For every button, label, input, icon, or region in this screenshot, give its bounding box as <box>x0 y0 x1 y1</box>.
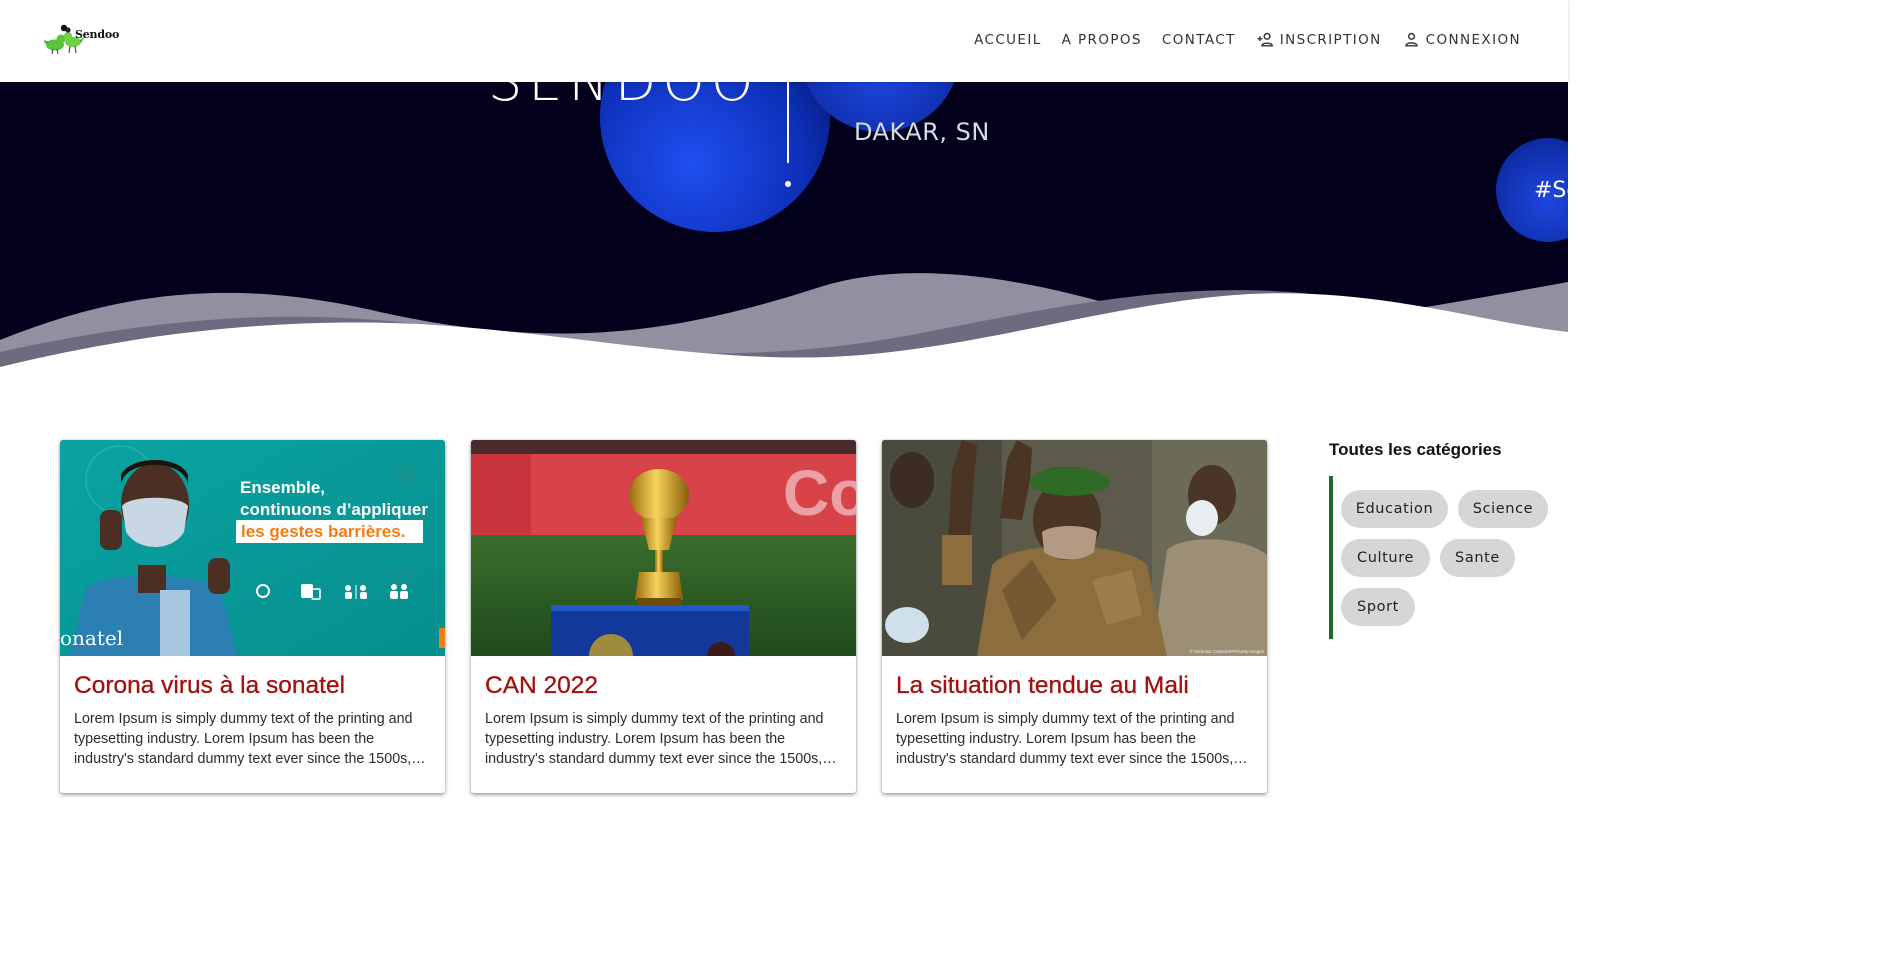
can-trophy-image: Co <box>471 440 856 656</box>
article-image[interactable]: © Nicholas Cotton/AFP/Getty Images <box>882 440 1267 656</box>
category-chip-sport[interactable]: Sport <box>1341 588 1415 626</box>
hero-banner: SENDOO DAKAR, SN #Se <box>0 82 1568 377</box>
article-card[interactable]: © Nicholas Cotton/AFP/Getty Images La si… <box>882 440 1267 793</box>
category-chip-education[interactable]: Education <box>1341 490 1448 528</box>
mali-soldier-image: © Nicholas Cotton/AFP/Getty Images <box>882 440 1267 656</box>
nav-inscription-label: INSCRIPTION <box>1279 31 1382 48</box>
article-excerpt: Lorem Ipsum is simply dummy text of the … <box>74 711 413 767</box>
article-excerpt: Lorem Ipsum is simply dummy text of the … <box>896 711 1235 767</box>
nav-accueil-label: ACCUEIL <box>974 31 1042 48</box>
category-list: Education Science Culture Sante Sport <box>1329 476 1568 639</box>
category-chip-sante[interactable]: Sante <box>1440 539 1515 577</box>
hero-background <box>0 82 1568 377</box>
photo-credit: © Nicholas Cotton/AFP/Getty Images <box>1190 648 1265 654</box>
article-image[interactable]: Ensemble, continuons d’appliquer les ges… <box>60 440 445 656</box>
article-title[interactable]: CAN 2022 <box>485 672 598 700</box>
hero-brand-text: SENDOO <box>488 82 759 113</box>
hero-hashtag: #Se <box>1534 178 1568 203</box>
person-icon <box>1404 32 1418 47</box>
nav-a-propos-label: A PROPOS <box>1061 31 1142 48</box>
category-chip-science[interactable]: Science <box>1458 490 1548 528</box>
ad-headline-2: continuons d’appliquer <box>240 500 428 519</box>
article-title[interactable]: Corona virus à la sonatel <box>74 672 345 700</box>
nav-inscription[interactable]: INSCRIPTION <box>1256 30 1382 49</box>
top-navbar: Sendoo ACCUEIL A PROPOS CONTACT INSCRIPT… <box>0 0 1568 82</box>
article-card[interactable]: Ensemble, continuons d’appliquer les ges… <box>60 440 445 793</box>
article-card[interactable]: Co CAN 2022 Lorem Ipsum is simply dummy … <box>471 440 856 793</box>
person-add-icon <box>1257 32 1273 47</box>
nav-a-propos[interactable]: A PROPOS <box>1062 32 1142 48</box>
nav-contact[interactable]: CONTACT <box>1162 32 1236 48</box>
nav-connexion-label: CONNEXION <box>1425 31 1521 48</box>
ad-highlight: les gestes barrières. <box>241 522 405 541</box>
site-logo[interactable]: Sendoo <box>43 22 120 56</box>
nav-contact-label: CONTACT <box>1161 31 1236 48</box>
categories-sidebar: Toutes les catégories Education Science … <box>1329 440 1568 639</box>
category-chip-culture[interactable]: Culture <box>1341 539 1430 577</box>
sonatel-ad-image: Ensemble, continuons d’appliquer les ges… <box>60 440 445 656</box>
nav-accueil[interactable]: ACCUEIL <box>974 32 1042 48</box>
ad-headline-1: Ensemble, <box>240 478 325 497</box>
logo-text: Sendoo <box>75 28 120 41</box>
article-image[interactable]: Co <box>471 440 856 656</box>
article-title[interactable]: La situation tendue au Mali <box>896 672 1189 700</box>
article-excerpt: Lorem Ipsum is simply dummy text of the … <box>485 711 824 767</box>
stadium-board-text: Co <box>783 457 856 529</box>
sidebar-title: Toutes les catégories <box>1329 440 1502 459</box>
ad-brand: onatel <box>60 626 123 650</box>
divider-dot <box>785 181 791 187</box>
hero-location: DAKAR, SN <box>854 118 990 146</box>
nav-connexion[interactable]: CONNEXION <box>1402 30 1521 49</box>
main-nav: ACCUEIL A PROPOS CONTACT INSCRIPTION CON… <box>974 30 1521 49</box>
